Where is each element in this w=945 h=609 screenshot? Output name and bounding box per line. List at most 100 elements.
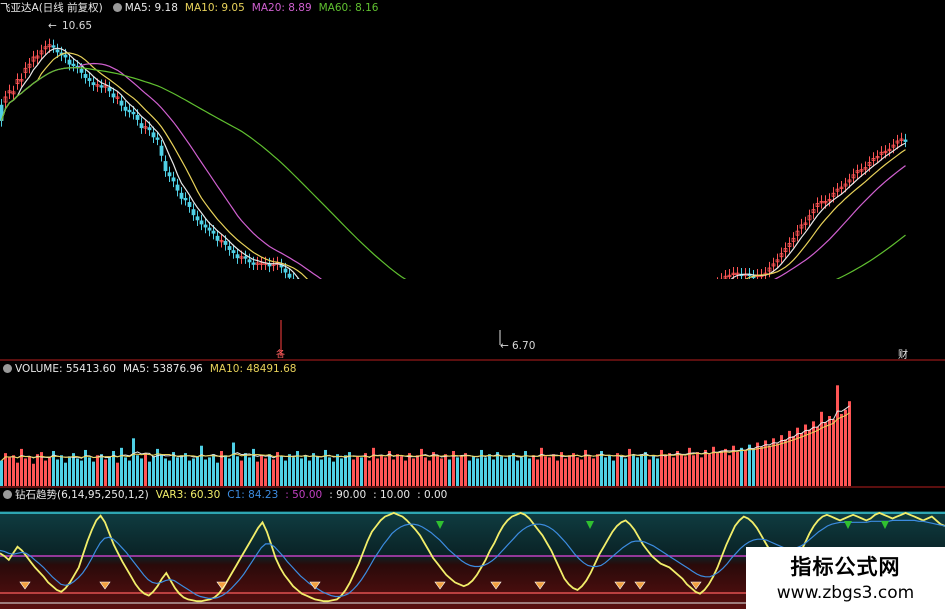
volume-bar	[72, 453, 75, 486]
volume-bar	[624, 458, 627, 486]
volume-bar	[56, 459, 59, 486]
candle-body	[215, 235, 220, 241]
volume-bar	[364, 453, 367, 486]
volume-bar	[784, 439, 787, 486]
volume-bar	[348, 452, 351, 486]
volume-bar	[356, 456, 359, 486]
volume-bar	[704, 449, 707, 486]
volume-bar	[568, 455, 571, 486]
candle-body	[283, 268, 288, 273]
volume-bar	[588, 456, 591, 486]
candle-body	[71, 63, 76, 67]
volume-bar	[232, 442, 235, 486]
level-10-label: : 10.00	[373, 489, 411, 501]
volume-bar	[48, 457, 51, 486]
volume-bar	[264, 458, 267, 486]
settings-dot-icon[interactable]	[112, 3, 122, 12]
volume-bar	[100, 454, 103, 486]
volume-bar	[8, 457, 11, 486]
volume-bars	[0, 385, 851, 486]
volume-bar	[800, 433, 803, 486]
volume-bar	[408, 453, 411, 486]
candle-body	[91, 82, 96, 86]
volume-bar	[416, 455, 419, 486]
volume-bar	[644, 452, 647, 486]
volume-bar	[132, 438, 135, 486]
candle-body	[159, 145, 164, 156]
watermark-title: 指标公式网	[790, 555, 901, 579]
stock-name: 飞亚达A	[0, 2, 39, 14]
settings-dot-icon[interactable]	[3, 364, 12, 373]
volume-bar	[332, 461, 335, 486]
volume-bar	[228, 458, 231, 486]
volume-bar	[148, 461, 151, 486]
candle-body	[227, 246, 232, 250]
volume-bar	[420, 448, 423, 486]
volume-bar	[720, 451, 723, 486]
candle-body	[99, 85, 104, 88]
volume-bar	[556, 460, 559, 486]
volume-bar	[236, 456, 239, 486]
volume-bar	[184, 453, 187, 486]
volume-bar	[520, 457, 523, 486]
volume-bar	[380, 455, 383, 486]
candle-body	[119, 100, 124, 106]
volume-bar	[448, 459, 451, 486]
volume-bar	[24, 458, 27, 486]
volume-bar	[144, 453, 147, 486]
ma20-label: MA20: 8.89	[251, 2, 312, 14]
candle-body	[163, 161, 168, 172]
volume-bar	[424, 457, 427, 486]
candle-body	[171, 177, 176, 182]
volume-bar	[68, 456, 71, 486]
volume-bar	[96, 455, 99, 486]
volume-bar	[224, 455, 227, 486]
volume-bar	[812, 421, 815, 486]
volume-bar	[700, 457, 703, 486]
volume-bar	[652, 456, 655, 486]
event-marker-a: 各	[276, 348, 285, 360]
volume-bar	[716, 453, 719, 486]
volume-bar	[612, 460, 615, 486]
indicator-params: (6,14,95,250,1,2)	[57, 489, 149, 501]
volume-bar	[384, 457, 387, 486]
volume-bar	[180, 455, 183, 486]
volume-label: VOLUME: 55413.60	[15, 363, 116, 375]
volume-bar	[444, 454, 447, 486]
volume-bar	[544, 456, 547, 486]
settings-dot-icon[interactable]	[3, 490, 12, 499]
volume-bar	[808, 429, 811, 486]
vol-ma5-label: MA5: 53876.96	[122, 363, 203, 375]
volume-bar	[684, 456, 687, 486]
volume-bar	[308, 460, 311, 486]
volume-bar	[388, 451, 391, 486]
vol-ma10-label: MA10: 48491.68	[209, 363, 297, 375]
volume-bar	[288, 454, 291, 486]
candle-body	[139, 123, 144, 129]
volume-bar	[528, 458, 531, 486]
volume-bar	[844, 409, 847, 486]
volume-bar	[104, 459, 107, 486]
volume-bar	[316, 456, 319, 486]
candle-body	[63, 54, 68, 58]
volume-bar	[744, 449, 747, 486]
candle-body	[231, 250, 236, 254]
volume-bar	[760, 446, 763, 486]
volume-bar	[512, 453, 515, 486]
volume-bar	[768, 445, 771, 486]
high-annotation: ←	[48, 20, 57, 32]
candle-body	[131, 111, 136, 115]
volume-bar	[76, 458, 79, 486]
volume-bar	[592, 458, 595, 486]
volume-bar	[340, 458, 343, 486]
volume-bar	[108, 456, 111, 486]
ma5-label: MA5: 9.18	[124, 2, 178, 14]
candle-body	[67, 59, 72, 65]
volume-bar	[128, 460, 131, 486]
volume-bar	[468, 460, 471, 486]
watermark-url: www.zbgs3.com	[776, 583, 915, 603]
volume-bar	[484, 457, 487, 486]
candle-body	[147, 127, 152, 131]
volume-bar	[656, 458, 659, 486]
volume-bar	[472, 456, 475, 486]
